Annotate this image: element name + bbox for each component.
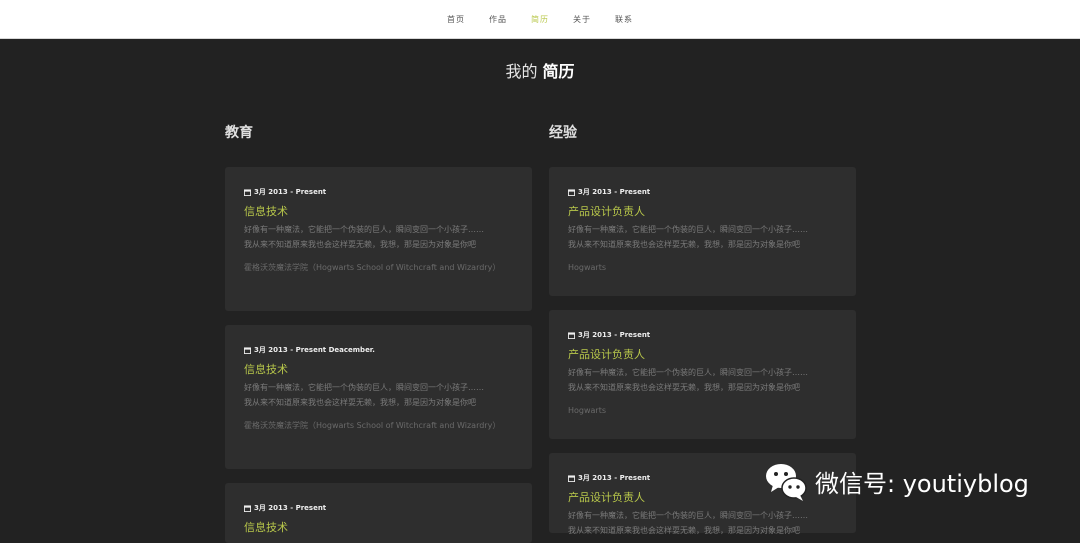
card-desc-line1: 好像有一种魔法，它能把一个伪装的巨人，瞬间变回一个小孩子……: [244, 383, 484, 392]
education-heading: 教育: [225, 125, 253, 141]
card-date-text: 3月 2013 - Present: [578, 331, 651, 339]
wechat-icon: [766, 464, 807, 501]
education-card: 3月 2013 - Present Deacember. 信息技术 好像有一种魔…: [225, 325, 532, 469]
calendar-icon: [244, 188, 251, 196]
card-desc-line2: 我从来不知道原来我也会这样耍无赖，我想，那是因为对象是你吧: [244, 398, 476, 407]
watermark-text: 微信号: youtiyblog: [815, 469, 1029, 498]
page-title: 我的 简历: [0, 58, 1080, 82]
card-date-text: 3月 2013 - Present: [578, 474, 651, 482]
page-title-prefix: 我的: [505, 62, 538, 81]
card-desc-line1: 好像有一种魔法，它能把一个伪装的巨人，瞬间变回一个小孩子……: [568, 225, 808, 234]
card-org: Hogwarts: [568, 263, 607, 272]
card-desc-line2: 我从来不知道原来我也会这样耍无赖，我想，那是因为对象是你吧: [568, 383, 800, 392]
calendar-icon: [568, 331, 575, 339]
card-desc-line1: 好像有一种魔法，它能把一个伪装的巨人，瞬间变回一个小孩子……: [244, 225, 484, 234]
card-date: 3月 2013 - Present: [568, 330, 837, 340]
nav-home[interactable]: 首页: [445, 12, 467, 27]
top-nav: 首页 作品 简历 关于 联系: [0, 0, 1080, 39]
card-role: 信息技术: [244, 521, 288, 534]
card-desc-line2: 我从来不知道原来我也会这样耍无赖，我想，那是因为对象是你吧: [244, 240, 476, 249]
card-role: 产品设计负责人: [568, 348, 645, 361]
nav-about[interactable]: 关于: [571, 12, 593, 27]
experience-heading: 经验: [549, 125, 577, 141]
watermark: 微信号: youtiyblog: [763, 458, 1029, 504]
calendar-icon: [568, 188, 575, 196]
calendar-icon: [568, 474, 575, 482]
card-date: 3月 2013 - Present: [244, 503, 513, 513]
nav-contact[interactable]: 联系: [613, 12, 635, 27]
experience-card: 3月 2013 - Present 产品设计负责人 好像有一种魔法，它能把一个伪…: [549, 167, 856, 296]
card-desc-line1: 好像有一种魔法，它能把一个伪装的巨人，瞬间变回一个小孩子……: [568, 511, 808, 520]
card-desc-line2: 我从来不知道原来我也会这样耍无赖，我想，那是因为对象是你吧: [568, 240, 800, 249]
card-date-text: 3月 2013 - Present: [254, 188, 327, 196]
card-org: Hogwarts: [568, 406, 607, 415]
card-role: 产品设计负责人: [568, 205, 645, 218]
card-desc-line2: 我从来不知道原来我也会这样耍无赖，我想，那是因为对象是你吧: [568, 526, 800, 535]
card-date-text: 3月 2013 - Present: [578, 188, 651, 196]
card-date-text: 3月 2013 - Present: [254, 504, 327, 512]
card-date: 3月 2013 - Present: [244, 187, 513, 197]
card-org: 霍格沃茨魔法学院（Hogwarts School of Witchcraft a…: [244, 263, 501, 272]
card-date: 3月 2013 - Present Deacember.: [244, 345, 513, 355]
education-card: 3月 2013 - Present 信息技术 好像有一种魔法，它能把一个伪装的巨…: [225, 167, 532, 311]
card-desc-line1: 好像有一种魔法，它能把一个伪装的巨人，瞬间变回一个小孩子……: [568, 368, 808, 377]
card-role: 信息技术: [244, 363, 288, 376]
card-date: 3月 2013 - Present: [568, 187, 837, 197]
calendar-icon: [244, 504, 251, 512]
card-date-text: 3月 2013 - Present Deacember.: [254, 346, 375, 354]
nav-resume[interactable]: 简历: [529, 12, 551, 27]
education-card: 3月 2013 - Present 信息技术: [225, 483, 532, 543]
card-org: 霍格沃茨魔法学院（Hogwarts School of Witchcraft a…: [244, 421, 501, 430]
nav-works[interactable]: 作品: [487, 12, 509, 27]
experience-card: 3月 2013 - Present 产品设计负责人 好像有一种魔法，它能把一个伪…: [549, 310, 856, 439]
experience-section: 经验 3月 2013 - Present 产品设计负责人 好像有一种魔法，它能把…: [549, 122, 856, 535]
calendar-icon: [244, 346, 251, 354]
card-role: 信息技术: [244, 205, 288, 218]
education-section: 教育 3月 2013 - Present 信息技术 好像有一种魔法，它能把一个伪…: [225, 122, 532, 543]
page-title-main: 简历: [542, 62, 575, 81]
